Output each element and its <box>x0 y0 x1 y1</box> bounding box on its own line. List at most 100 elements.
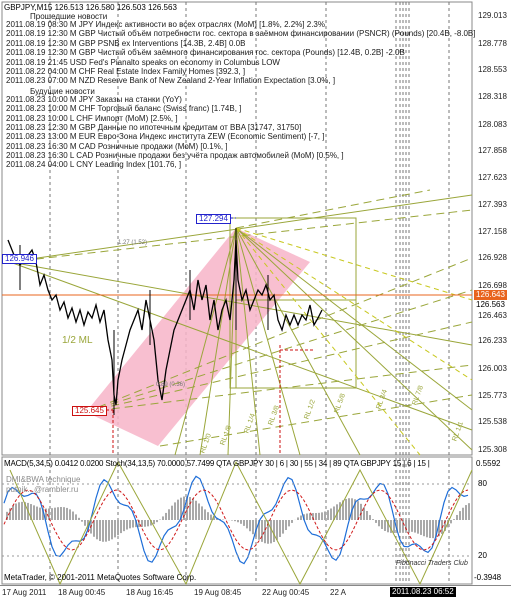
indicator-header: MACD(5,34,5) 0.0412 0.0200 Stoch(34,13,5… <box>4 459 430 468</box>
price-box-bottom: 125.645 <box>72 406 107 416</box>
price-axis-label: 126.463 <box>478 311 507 320</box>
macd-bar <box>18 502 20 520</box>
macd-bar <box>270 520 272 544</box>
macd-bar <box>423 520 425 537</box>
macd-bar <box>234 520 236 522</box>
macd-bar <box>381 520 383 529</box>
macd-bar <box>360 503 362 520</box>
macd-bar <box>81 520 83 522</box>
watermark-line-2: putnik...@rambler.ru <box>6 485 79 494</box>
macd-bar <box>378 520 380 527</box>
macd-bar <box>246 520 248 529</box>
macd-bar <box>210 514 212 520</box>
macd-bar <box>156 520 158 523</box>
macd-bar <box>105 520 107 542</box>
macd-bar <box>189 496 191 520</box>
price-axis-label: 126.928 <box>478 253 507 262</box>
macd-bar <box>99 520 101 541</box>
macd-bar <box>372 519 374 520</box>
price-axis-label: 127.158 <box>478 227 507 236</box>
macd-bar <box>261 520 263 542</box>
ratio-top-label: 1.27 (1.52) <box>118 240 148 246</box>
price-axis-label: 125.773 <box>478 391 507 400</box>
copyright-text: MetaTrader, © 2001-2011 MetaQuotes Softw… <box>4 573 197 582</box>
macd-bar <box>417 520 419 534</box>
watermark-line-1: DMI&BWA technique <box>6 475 81 484</box>
future-news-item: 2011.08.24 04:00 L CNY Leading Index [10… <box>6 160 182 170</box>
macd-bar <box>39 507 41 520</box>
macd-bar <box>69 509 71 520</box>
macd-bar <box>117 520 119 536</box>
macd-bar <box>276 520 278 540</box>
macd-bar <box>60 506 62 520</box>
indicator-scale-80: 80 <box>478 479 487 488</box>
macd-bar <box>165 512 167 520</box>
macd-bar <box>300 515 302 520</box>
price-axis-label: 127.623 <box>478 173 507 182</box>
price-axis-label: 128.553 <box>478 65 507 74</box>
macd-bar <box>201 506 203 520</box>
time-axis-label: 17 Aug 2011 <box>2 588 47 597</box>
macd-bar <box>240 520 242 524</box>
price-axis-label: 128.083 <box>478 120 507 129</box>
macd-bar <box>96 520 98 540</box>
macd-bar <box>432 520 434 539</box>
macd-bar <box>456 514 458 520</box>
macd-bar <box>54 507 56 520</box>
macd-bar <box>195 500 197 520</box>
macd-bar <box>402 520 404 532</box>
indicator-scale-top: 0.5592 <box>476 459 501 468</box>
macd-bar <box>411 520 413 532</box>
macd-bar <box>144 520 146 527</box>
macd-bar <box>57 507 59 520</box>
macd-bar <box>207 512 209 520</box>
macd-bar <box>48 508 50 520</box>
macd-bar <box>168 509 170 520</box>
macd-bar <box>339 502 341 520</box>
macd-bar <box>366 511 368 520</box>
macd-bar <box>129 520 131 529</box>
macd-bar <box>162 516 164 520</box>
macd-bar <box>252 520 254 535</box>
price-axis-label: 126.233 <box>478 336 507 345</box>
macd-bar <box>84 520 86 526</box>
macd-bar <box>177 499 179 520</box>
macd-bar <box>399 520 401 533</box>
macd-bar <box>282 520 284 534</box>
macd-bar <box>285 520 287 530</box>
price-axis-label: 125.308 <box>478 445 507 454</box>
macd-bar <box>237 520 239 523</box>
median-line-label: 1/2 ML <box>62 335 93 346</box>
current-price-tag: 126.643 <box>474 290 507 300</box>
past-news-list: 2011.08.19 08:30 M JPY Индекс активности… <box>6 20 476 87</box>
macd-bar <box>324 511 326 520</box>
chart-window[interactable]: GBPJPY,M15 126.513 126.580 126.503 126.5… <box>0 0 511 600</box>
macd-bar <box>51 508 53 520</box>
macd-bar <box>15 503 17 520</box>
price-axis-label: 126.698 <box>478 281 507 290</box>
time-axis-label: 22 Aug 00:45 <box>262 588 310 597</box>
macd-bar <box>420 520 422 535</box>
time-axis-label: 19 Aug 08:45 <box>194 588 242 597</box>
indicator-scale-bottom: -0.3948 <box>474 573 502 582</box>
time-axis-label: 18 Aug 00:45 <box>58 588 106 597</box>
price-axis-label: 129.013 <box>478 11 507 20</box>
macd-bar <box>369 515 371 520</box>
macd-bar <box>297 517 299 520</box>
macd-bar <box>108 520 110 541</box>
macd-bar <box>111 520 113 540</box>
time-axis-cursor-label: 2011.08.23 06:52 <box>390 587 456 597</box>
time-axis-label: 22 A <box>330 588 347 597</box>
macd-bar <box>75 514 77 520</box>
macd-bar <box>66 507 68 520</box>
macd-bar <box>132 520 134 528</box>
time-axis-label: 18 Aug 16:45 <box>126 588 174 597</box>
macd-bar <box>21 501 23 520</box>
macd-bar <box>375 520 377 523</box>
macd-bar <box>291 520 293 523</box>
price-axis-label: 127.858 <box>478 146 507 155</box>
macd-bar <box>72 511 74 520</box>
macd-bar <box>36 506 38 520</box>
macd-bar <box>345 498 347 520</box>
macd-bar <box>147 520 149 527</box>
